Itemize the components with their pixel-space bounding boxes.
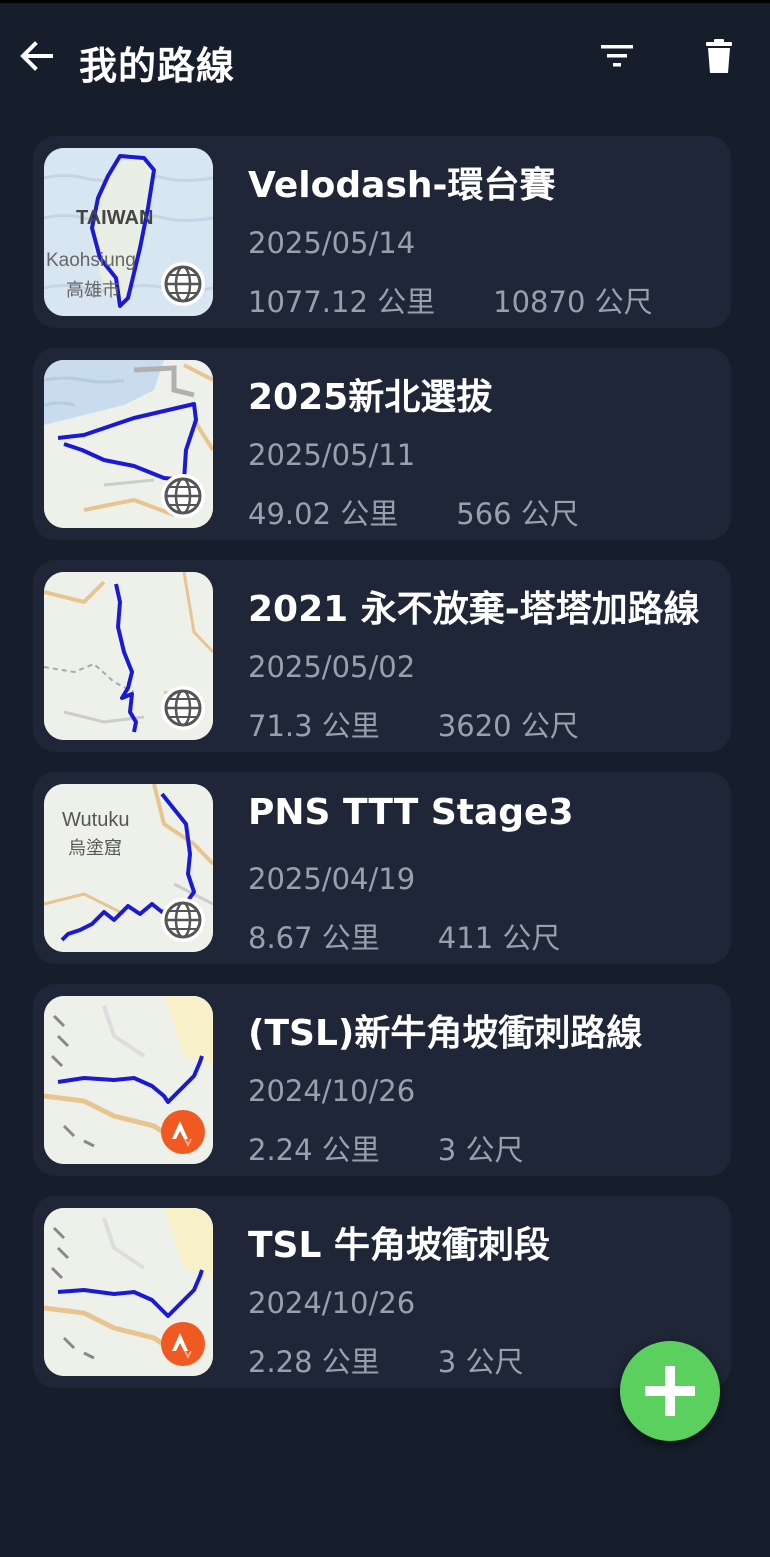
route-elevation: 3 公尺 xyxy=(437,1345,524,1379)
route-name: TSL 牛角坡衝刺段 xyxy=(248,1225,550,1266)
route-name: Velodash-環台賽 xyxy=(248,165,556,206)
route-name: PNS TTT Stage3 xyxy=(248,792,574,833)
route-stats: 1077.12 公里 10870 公尺 xyxy=(248,279,653,321)
route-elevation: 3620 公尺 xyxy=(437,709,579,743)
route-date: 2025/05/14 xyxy=(248,226,416,260)
route-card[interactable]: 2025新北選拔 2025/05/11 49.02 公里 566 公尺 xyxy=(33,348,731,540)
route-distance: 49.02 公里 xyxy=(248,497,399,531)
route-map-thumbnail xyxy=(44,1208,213,1376)
route-name: 2021 永不放棄-塔塔加路線 xyxy=(248,589,700,630)
strava-icon xyxy=(161,1322,205,1366)
route-name: 2025新北選拔 xyxy=(248,377,493,418)
route-stats: 2.24 公里 3 公尺 xyxy=(248,1127,523,1169)
route-stats: 8.67 公里 411 公尺 xyxy=(248,915,560,957)
map-label: 烏塗窟 xyxy=(68,837,122,859)
route-date: 2024/10/26 xyxy=(248,1286,416,1320)
route-date: 2025/05/11 xyxy=(248,438,416,472)
route-distance: 2.28 公里 xyxy=(248,1345,380,1379)
route-map-thumbnail: Wutuku 烏塗窟 xyxy=(44,784,213,952)
route-stats: 71.3 公里 3620 公尺 xyxy=(248,703,579,745)
globe-icon xyxy=(161,262,205,306)
route-elevation: 3 公尺 xyxy=(437,1133,524,1167)
route-distance: 71.3 公里 xyxy=(248,709,380,743)
map-label: TAIWAN xyxy=(76,207,153,229)
route-card[interactable]: 2021 永不放棄-塔塔加路線 2025/05/02 71.3 公里 3620 公… xyxy=(33,560,731,752)
route-date: 2024/10/26 xyxy=(248,1074,416,1108)
route-elevation: 411 公尺 xyxy=(437,921,561,955)
route-date: 2025/05/02 xyxy=(248,650,416,684)
route-elevation: 10870 公尺 xyxy=(493,285,653,319)
route-list: TAIWAN Kaohsiung 高雄市 Velodash-環台賽 2025/0… xyxy=(33,136,731,1408)
route-distance: 1077.12 公里 xyxy=(248,285,436,319)
app-bar: 我的路線 xyxy=(0,3,770,113)
route-elevation: 566 公尺 xyxy=(456,497,579,531)
route-map-thumbnail xyxy=(44,996,213,1164)
route-card[interactable]: (TSL)新牛角坡衝刺路線 2024/10/26 2.24 公里 3 公尺 xyxy=(33,984,731,1176)
route-map-thumbnail xyxy=(44,360,213,528)
globe-icon xyxy=(161,474,205,518)
back-button[interactable] xyxy=(14,33,60,79)
map-label: 高雄市 xyxy=(66,280,120,301)
route-name: (TSL)新牛角坡衝刺路線 xyxy=(248,1013,643,1054)
arrow-left-icon xyxy=(20,41,53,71)
filter-icon xyxy=(601,45,633,67)
route-map-thumbnail xyxy=(44,572,213,740)
route-distance: 8.67 公里 xyxy=(248,921,380,955)
add-route-button[interactable] xyxy=(620,1341,720,1441)
route-date: 2025/04/19 xyxy=(248,862,416,896)
route-card[interactable]: Wutuku 烏塗窟 PNS TTT Stage3 2025/04/19 8.6… xyxy=(33,772,731,964)
route-stats: 49.02 公里 566 公尺 xyxy=(248,491,579,533)
delete-button[interactable] xyxy=(696,33,742,79)
plus-icon xyxy=(645,1366,695,1416)
route-card[interactable]: TSL 牛角坡衝刺段 2024/10/26 2.28 公里 3 公尺 xyxy=(33,1196,731,1388)
route-distance: 2.24 公里 xyxy=(248,1133,380,1167)
trash-icon xyxy=(706,39,732,73)
filter-button[interactable] xyxy=(594,33,640,79)
strava-icon xyxy=(161,1110,205,1154)
page-title: 我的路線 xyxy=(79,44,236,88)
map-label: Wutuku xyxy=(62,809,129,831)
route-stats: 2.28 公里 3 公尺 xyxy=(248,1339,523,1381)
globe-icon xyxy=(161,898,205,942)
route-card[interactable]: TAIWAN Kaohsiung 高雄市 Velodash-環台賽 2025/0… xyxy=(33,136,731,328)
route-map-thumbnail: TAIWAN Kaohsiung 高雄市 xyxy=(44,148,213,316)
globe-icon xyxy=(161,686,205,730)
map-label: Kaohsiung xyxy=(46,250,136,271)
